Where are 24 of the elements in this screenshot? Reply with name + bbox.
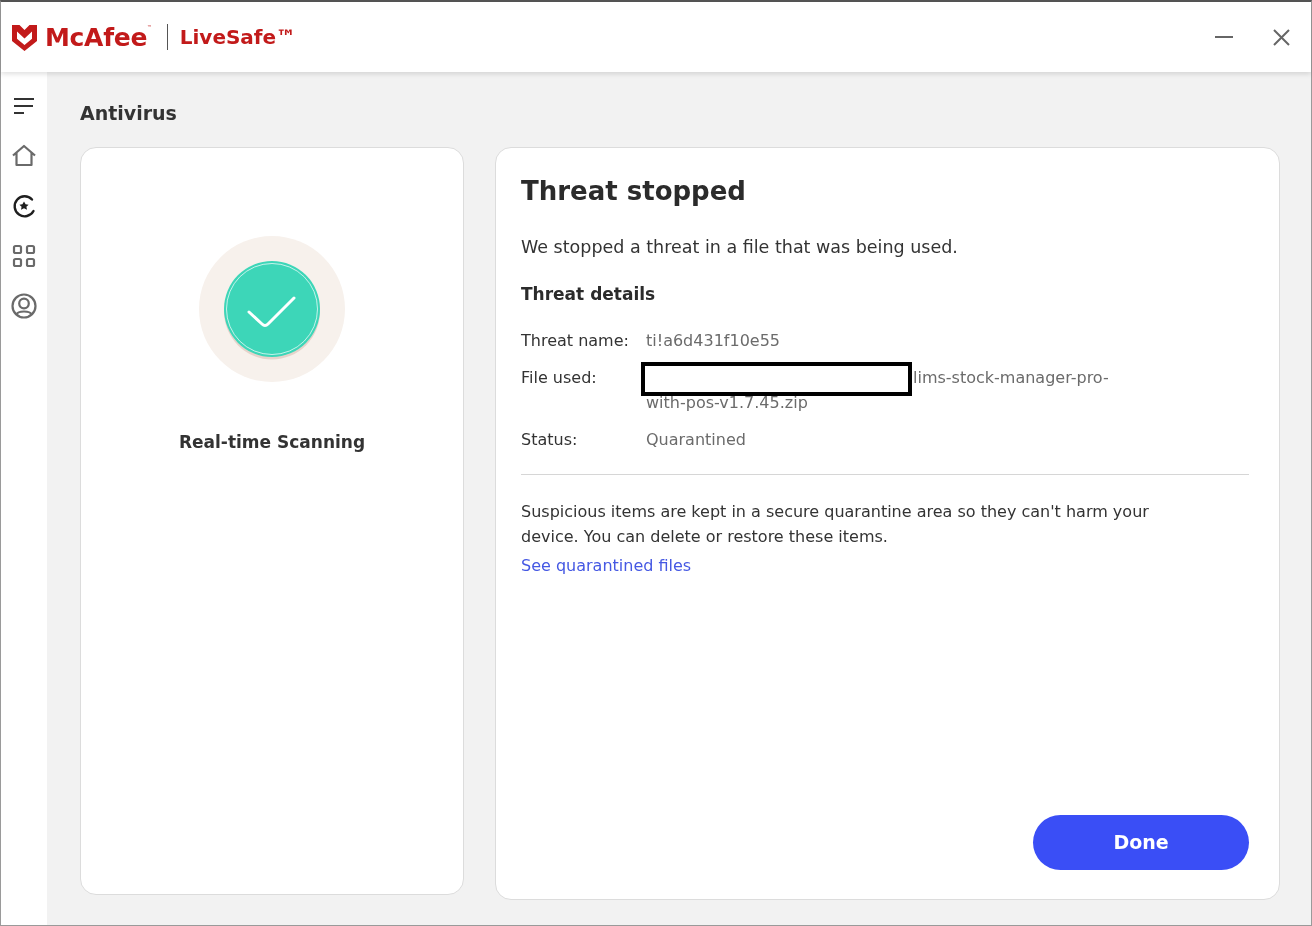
check-icon [199,236,345,382]
detail-label: Status: [521,429,579,451]
grid-icon[interactable] [11,243,37,269]
details-heading: Threat details [521,283,657,306]
home-icon[interactable] [11,143,37,169]
star-ring-icon[interactable] [11,193,37,219]
menu-icon[interactable] [13,97,35,115]
page-title: Antivirus [80,101,178,126]
quarantine-link[interactable]: See quarantined files [521,553,692,578]
account-icon[interactable] [11,293,37,319]
detail-label: File used: [521,367,598,389]
product-name: LiveSafe™ [179,27,297,47]
detail-value: Quarantined [646,429,747,451]
done-button[interactable]: Done [1033,815,1249,870]
brand-name: McAfee$^{™}$ [45,24,152,50]
threat-message: We stopped a threat in a file that was being used. [521,236,959,259]
detail-label: Threat name: [521,330,630,352]
shield-logo-icon [12,23,37,51]
scan-label: Real-time Scanning [178,431,366,454]
quarantine-note: Suspicious items are kept in a secure quarantine area so they can't harm your device. You can delete or restore these items. [521,501,1150,548]
threat-title: Threat stopped [521,176,747,207]
detail-value: lims-stock-manager-pro-with-pos-v1.7.45.zip [646,368,1109,412]
detail-value: ti!a6d431f10e55 [646,330,781,352]
close-icon[interactable] [1273,28,1290,46]
